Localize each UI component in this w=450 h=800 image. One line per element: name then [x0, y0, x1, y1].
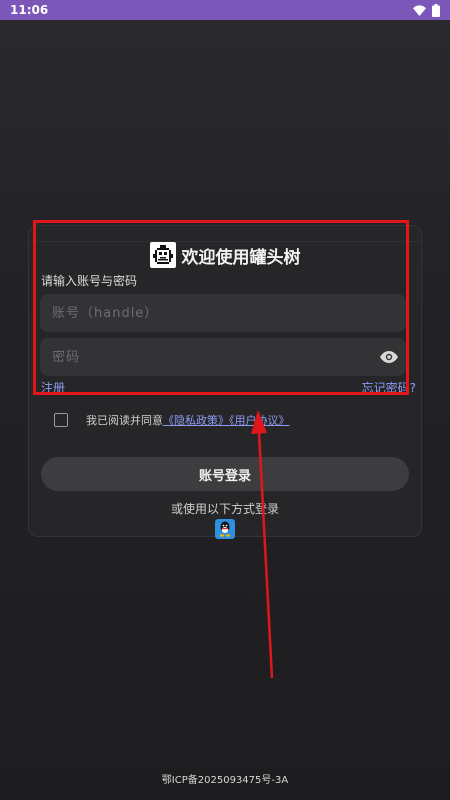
eye-icon[interactable]: [380, 349, 398, 365]
agreement-row: 我已阅读并同意《隐私政策》《用户协议》: [54, 412, 290, 428]
alt-login-text: 或使用以下方式登录: [170, 502, 279, 516]
page-title: 欢迎使用罐头树: [181, 247, 301, 268]
forgot-password-link[interactable]: 忘记密码?: [362, 379, 416, 396]
icp-footer: 鄂ICP备2025093475号-3A: [161, 775, 289, 786]
title-row: 欢迎使用罐头树: [0, 240, 450, 270]
status-icons: [413, 3, 440, 17]
account-input[interactable]: [52, 305, 394, 321]
wifi-icon: [413, 4, 426, 16]
logo-icon: [152, 245, 173, 264]
privacy-policy-link[interactable]: 《隐私政策》: [163, 414, 229, 427]
account-login-button[interactable]: 账号登录: [41, 457, 409, 491]
app-logo: [149, 242, 176, 268]
battery-icon: [432, 3, 440, 17]
agree-prefix: 我已阅读并同意: [86, 414, 163, 427]
qq-icon: [219, 521, 231, 537]
login-hint: 请输入账号与密码: [41, 274, 138, 288]
password-field[interactable]: [40, 338, 406, 376]
account-field[interactable]: [40, 294, 406, 332]
agree-checkbox[interactable]: [54, 413, 68, 427]
status-time: 11:06: [10, 3, 49, 17]
agreement-text: 我已阅读并同意《隐私政策》《用户协议》: [86, 412, 290, 428]
register-link[interactable]: 注册: [41, 379, 65, 396]
status-bar: 11:06: [0, 0, 450, 20]
password-input[interactable]: [52, 349, 394, 365]
qq-login-button[interactable]: [215, 519, 235, 539]
user-agreement-link[interactable]: 《用户协议》: [229, 414, 290, 427]
